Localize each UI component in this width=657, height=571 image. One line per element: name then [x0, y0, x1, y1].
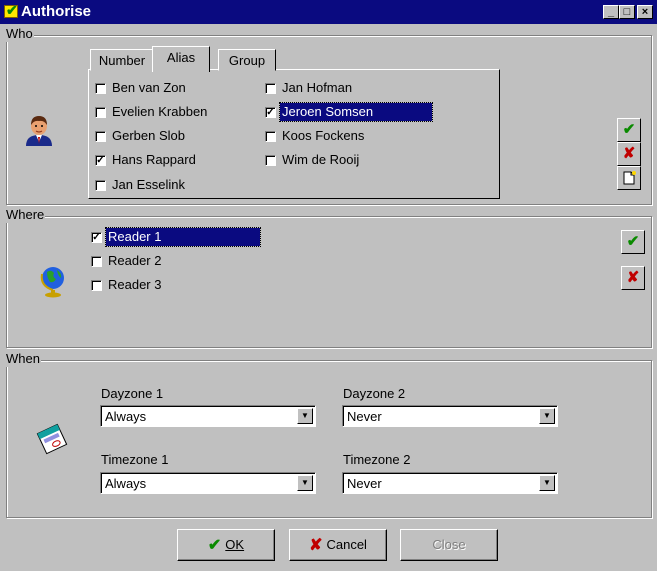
timezone1-label: Timezone 1 — [101, 452, 169, 467]
who-new-button[interactable] — [617, 166, 641, 190]
close-window-button[interactable]: × — [637, 5, 653, 19]
window-title: Authorise — [21, 3, 92, 20]
minimize-button[interactable]: _ — [603, 5, 619, 19]
checkbox[interactable] — [91, 256, 102, 267]
dayzone1-value: Always — [105, 409, 147, 424]
chevron-down-icon[interactable]: ▼ — [539, 475, 555, 491]
cross-icon: ✘ — [309, 537, 323, 554]
who-select-all-button[interactable]: ✔ — [617, 118, 641, 142]
app-check-icon: ✔ — [4, 2, 18, 18]
where-clear-button[interactable]: ✘ — [621, 266, 645, 290]
person-icon — [26, 116, 52, 146]
timezone1-value: Always — [105, 476, 147, 491]
new-document-icon — [623, 171, 636, 185]
who-clear-button[interactable]: ✘ — [617, 142, 641, 166]
cancel-button[interactable]: ✘ Cancel — [289, 529, 387, 561]
ok-button[interactable]: ✔ OK — [177, 529, 275, 561]
timezone2-label: Timezone 2 — [343, 452, 411, 467]
timezone2-value: Never — [347, 476, 382, 491]
close-button[interactable]: Close — [400, 529, 498, 561]
chevron-down-icon[interactable]: ▼ — [539, 408, 555, 424]
checkbox[interactable] — [265, 131, 276, 142]
authorise-window: ✔ Authorise _ □ × Who Number Alias Group… — [0, 0, 657, 571]
calendar-icon — [36, 423, 68, 455]
dayzone2-select[interactable]: Never ▼ — [342, 405, 558, 427]
checkbox[interactable] — [95, 131, 106, 142]
when-label: When — [5, 351, 41, 367]
dayzone2-value: Never — [347, 409, 382, 424]
checkbox-checked[interactable]: ✓ — [265, 107, 276, 118]
check-icon: ✔ — [622, 121, 636, 138]
timezone2-select[interactable]: Never ▼ — [342, 472, 558, 494]
chevron-down-icon[interactable]: ▼ — [297, 475, 313, 491]
tab-alias[interactable]: Alias — [152, 46, 210, 72]
who-label: Who — [5, 26, 34, 42]
checkbox[interactable] — [95, 180, 106, 191]
close-label: Close — [432, 537, 466, 552]
when-group: When — [5, 351, 652, 518]
check-icon: ✔ — [626, 233, 640, 250]
who-tabstrip: Number Alias Group — [90, 46, 290, 72]
where-label: Where — [5, 207, 46, 223]
chevron-down-icon[interactable]: ▼ — [297, 408, 313, 424]
cross-icon: ✘ — [622, 145, 636, 162]
cross-icon: ✘ — [626, 269, 640, 286]
checkbox-checked[interactable]: ✓ — [95, 155, 106, 166]
where-select-all-button[interactable]: ✔ — [621, 230, 645, 254]
checkbox[interactable] — [95, 107, 106, 118]
ok-label: OK — [225, 537, 245, 552]
where-group: Where — [5, 207, 652, 348]
timezone1-select[interactable]: Always ▼ — [100, 472, 316, 494]
globe-icon — [40, 267, 64, 298]
dayzone1-select[interactable]: Always ▼ — [100, 405, 316, 427]
maximize-button[interactable]: □ — [619, 5, 635, 19]
checkbox[interactable] — [265, 155, 276, 166]
dayzone2-label: Dayzone 2 — [343, 386, 406, 401]
title-bar[interactable]: ✔ Authorise _ □ × — [0, 0, 657, 24]
checkbox[interactable] — [91, 280, 102, 291]
checkbox-checked[interactable]: ✓ — [91, 232, 102, 243]
check-icon: ✔ — [207, 537, 222, 554]
cancel-label: Cancel — [326, 537, 367, 552]
dayzone1-label: Dayzone 1 — [101, 386, 164, 401]
tab-number[interactable]: Number — [90, 49, 154, 71]
checkbox[interactable] — [265, 83, 276, 94]
tab-group[interactable]: Group — [218, 49, 276, 71]
checkbox[interactable] — [95, 83, 106, 94]
